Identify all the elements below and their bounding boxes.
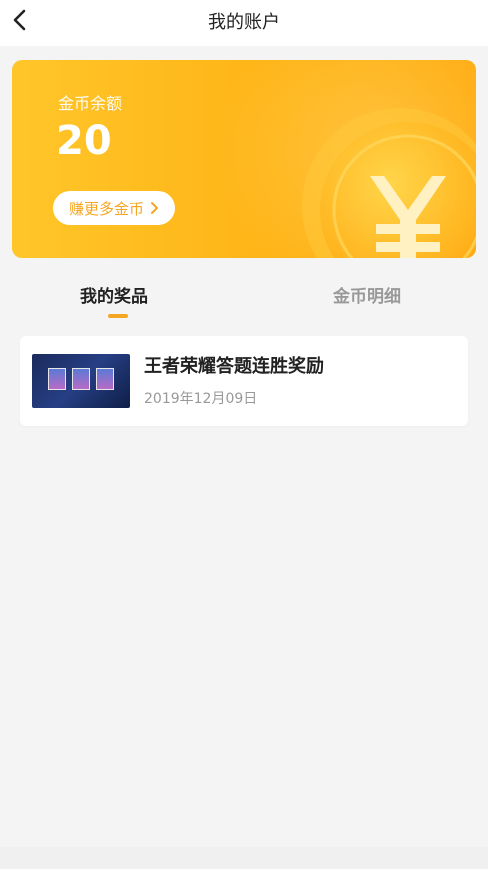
thumbnail-tile (72, 368, 90, 390)
tab-bar: 我的奖品 金币明细 (0, 266, 488, 326)
balance-card: 金币余额 20 赚更多金币 (12, 60, 476, 258)
prize-date: 2019年12月09日 (144, 391, 258, 407)
balance-label: 金币余额 (58, 94, 123, 113)
active-tab-indicator (108, 314, 128, 318)
bottom-bar (0, 847, 488, 869)
balance-value: 20 (56, 118, 112, 164)
thumbnail-tile (48, 368, 66, 390)
page-title: 我的账户 (208, 12, 280, 33)
yen-coin-icon (300, 106, 476, 258)
prize-thumbnail (32, 354, 130, 408)
tab-coin-details[interactable]: 金币明细 (333, 282, 401, 307)
tab-my-prizes[interactable]: 我的奖品 (80, 282, 148, 307)
earn-more-coins-button[interactable]: 赚更多金币 (53, 191, 176, 225)
prize-list-item[interactable]: 王者荣耀答题连胜奖励 2019年12月09日 (20, 336, 468, 426)
thumbnail-tile (96, 368, 114, 390)
earn-more-coins-label: 赚更多金币 (69, 199, 145, 218)
top-navigation-bar: 我的账户 (0, 0, 488, 46)
prize-name: 王者荣耀答题连胜奖励 (144, 356, 324, 377)
chevron-right-icon (151, 202, 159, 214)
